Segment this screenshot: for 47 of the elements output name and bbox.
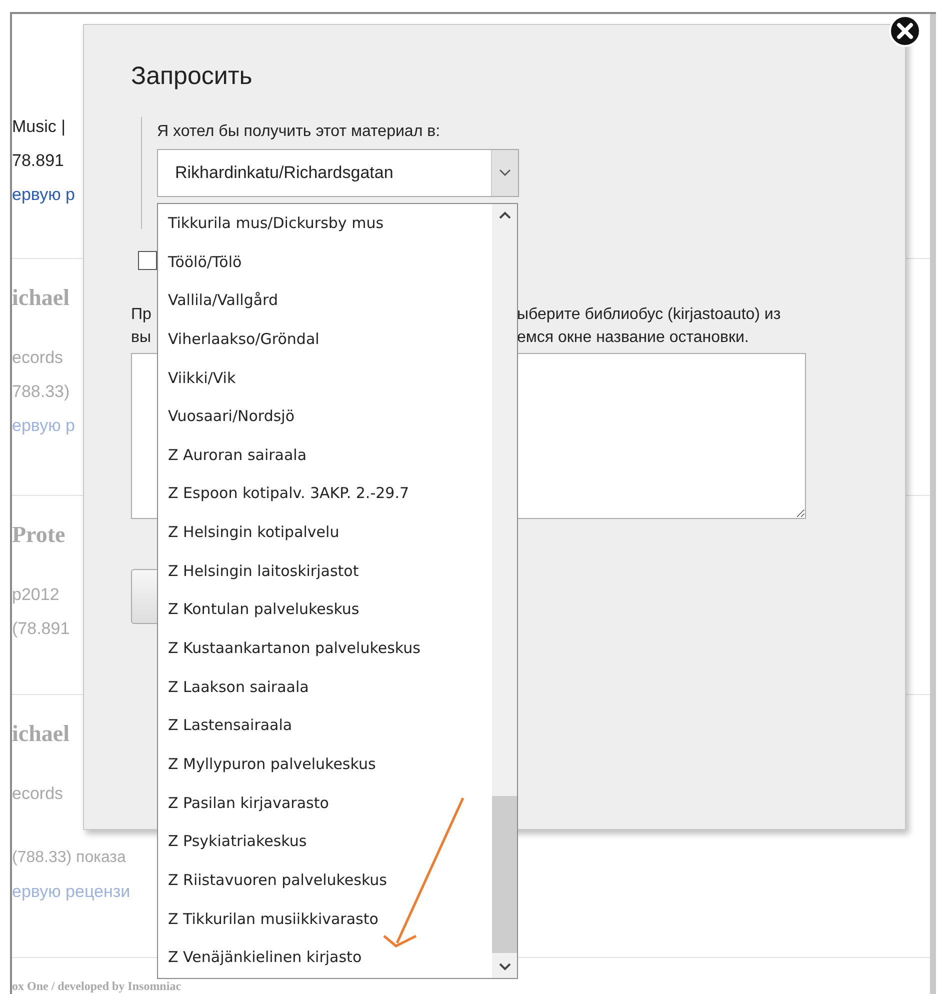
dropdown-option[interactable]: Z Auroran sairaala <box>158 436 492 474</box>
dropdown-option[interactable]: Viikki/Vik <box>158 358 492 398</box>
instruction-text: Пр <box>131 305 152 325</box>
item-heading: Prote <box>12 522 66 548</box>
dialog-title: Запросить <box>131 61 254 91</box>
instruction-text: емся окне название остановки. <box>517 328 749 348</box>
dropdown-option[interactable]: Z Kontulan palvelukeskus <box>158 590 492 630</box>
dropdown-option[interactable]: Z Kustaankartanon palvelukeskus <box>158 629 492 668</box>
item-heading: ichael <box>12 721 70 747</box>
pickup-select[interactable]: Rikhardinkatu/Richardsgatan <box>157 149 519 197</box>
dropdown-option[interactable]: Tikkurila mus/Dickursby mus <box>158 204 492 243</box>
dropdown-option[interactable]: Z Psykiatriakeskus <box>158 822 492 861</box>
dropdown-option[interactable]: Z Tikkurilan musiikkivarasto <box>158 900 492 938</box>
dropdown-option[interactable]: Z Helsingin laitoskirjastot <box>158 552 492 590</box>
item-detail: (78.891 <box>12 618 70 640</box>
item-heading: ichael <box>12 285 70 311</box>
dropdown-option[interactable]: Z Myllypuron palvelukeskus <box>158 744 492 784</box>
scroll-down-icon[interactable] <box>498 963 510 971</box>
scrollbar-thumb[interactable] <box>492 796 517 953</box>
item-detail: 78.891 <box>12 150 64 172</box>
scroll-up-icon[interactable] <box>498 211 510 219</box>
dropdown-option[interactable]: Vallila/Vallgård <box>158 281 492 320</box>
item-detail: ecords <box>12 347 64 369</box>
dropdown-option[interactable]: Z Pasilan kirjavarasto <box>158 784 492 822</box>
item-detail: (788.33) показа <box>12 848 126 868</box>
page-scrollbar[interactable] <box>930 14 936 994</box>
dropdown-option[interactable]: Z Laakson sairaala <box>158 668 492 706</box>
item-detail: 788.33) <box>12 381 70 403</box>
dropdown-option[interactable]: Z Venäjänkielinen kirjasto <box>158 938 492 977</box>
item-detail: ecords <box>12 783 64 805</box>
item-heading: ox One / developed by Insomniac <box>12 979 182 993</box>
pickup-label: Я хотел бы получить этот материал в: <box>157 123 442 141</box>
dropdown-option[interactable]: Z Riistavuoren palvelukeskus <box>158 860 492 900</box>
checkbox[interactable] <box>138 251 157 270</box>
item-detail: p2012 <box>12 584 60 606</box>
dropdown-option[interactable]: Töölö/Tölö <box>158 242 492 282</box>
instruction-text: вы <box>131 328 151 348</box>
review-link[interactable]: ервую р <box>12 184 75 206</box>
close-icon[interactable] <box>888 14 922 48</box>
chevron-down-icon <box>499 169 511 177</box>
dropdown-option[interactable]: Vuosaari/Nordsjö <box>158 397 492 436</box>
dropdown-option[interactable]: Z Espoon kotipalv. 3AKP. 2.-29.7 <box>158 474 492 514</box>
dropdown-option[interactable]: Z Helsingin kotipalvelu <box>158 513 492 552</box>
dropdown-option[interactable]: Viherlaakso/Gröndal <box>158 320 492 359</box>
instruction-text: ыберите библиобус (kirjastoauto) из <box>517 305 781 325</box>
item-detail: Music | <box>12 116 66 138</box>
dropdown-option[interactable]: Z Lastensairaala <box>158 706 492 745</box>
